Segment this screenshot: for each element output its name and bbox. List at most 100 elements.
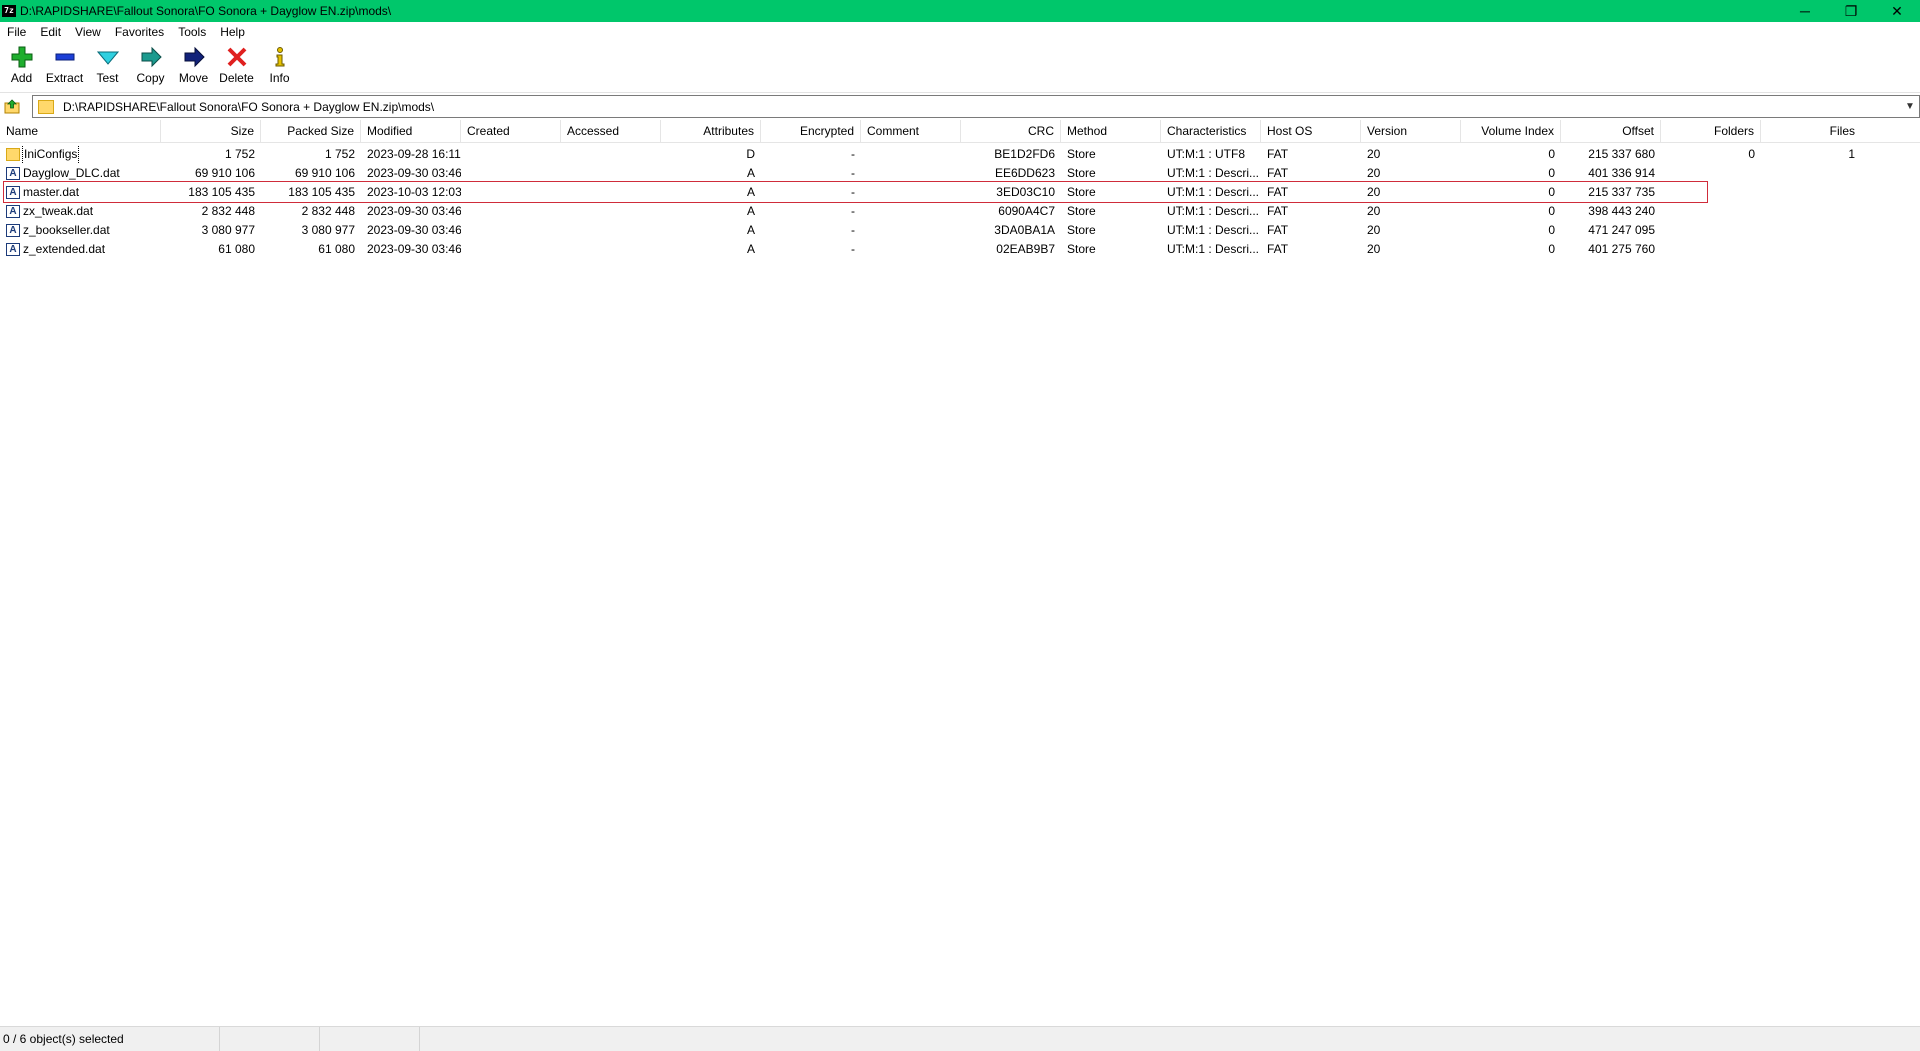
col-modified[interactable]: Modified [361,120,461,142]
path-input[interactable]: D:\RAPIDSHARE\Fallout Sonora\FO Sonora +… [32,95,1920,118]
file-encrypted: - [851,242,855,256]
file-attributes: A [746,242,755,256]
col-version[interactable]: Version [1361,120,1461,142]
file-crc: 3DA0BA1A [994,223,1055,237]
col-crc[interactable]: CRC [961,120,1061,142]
extract-button[interactable]: Extract [43,42,86,92]
menu-favorites[interactable]: Favorites [108,22,171,42]
up-folder-button[interactable] [0,95,24,117]
minimize-button[interactable]: ─ [1782,0,1828,22]
close-button[interactable]: ✕ [1874,0,1920,22]
file-host-os: FAT [1267,204,1289,218]
file-method: Store [1067,223,1096,237]
menu-file[interactable]: File [0,22,33,42]
col-volume-index[interactable]: Volume Index [1461,120,1561,142]
file-host-os: FAT [1267,185,1289,199]
file-attributes: A [746,185,755,199]
col-encrypted[interactable]: Encrypted [761,120,861,142]
file-volume-index: 0 [1548,242,1555,256]
info-button[interactable]: Info [258,42,301,92]
table-row[interactable]: Az_bookseller.dat 3 080 977 3 080 977 20… [0,221,1920,240]
delete-button[interactable]: Delete [215,42,258,92]
status-bar: 0 / 6 object(s) selected [0,1026,1920,1051]
file-modified: 2023-09-30 03:46 [367,204,461,218]
app-icon: 7z [2,5,16,17]
toolbar: Add Extract Test Copy Move Delete Info [0,42,1920,93]
check-icon [96,51,119,65]
col-accessed[interactable]: Accessed [561,120,661,142]
col-attributes[interactable]: Attributes [661,120,761,142]
file-name: z_extended.dat [23,242,106,256]
move-button[interactable]: Move [172,42,215,92]
file-volume-index: 0 [1548,223,1555,237]
file-size: 61 080 [218,242,255,256]
table-row[interactable]: Az_extended.dat 61 080 61 080 2023-09-30… [0,240,1920,259]
menu-tools[interactable]: Tools [171,22,213,42]
copy-arrow-icon [141,46,162,68]
file-offset: 401 275 760 [1588,242,1655,256]
file-list[interactable]: Name Size Packed Size Modified Created A… [0,120,1920,1026]
file-size: 3 080 977 [201,223,255,237]
chevron-down-icon[interactable]: ▼ [1901,101,1919,112]
info-icon [275,47,284,67]
file-offset: 401 336 914 [1588,166,1655,180]
col-name[interactable]: Name [0,120,161,142]
col-size[interactable]: Size [161,120,261,142]
file-attributes: A [746,204,755,218]
path-text: D:\RAPIDSHARE\Fallout Sonora\FO Sonora +… [63,99,435,114]
col-files[interactable]: Files [1761,120,1861,142]
col-created[interactable]: Created [461,120,561,142]
file-version: 20 [1367,204,1381,218]
file-method: Store [1067,147,1096,161]
file-icon: A [6,186,20,199]
file-icon: A [6,167,20,180]
col-method[interactable]: Method [1061,120,1161,142]
menu-view[interactable]: View [68,22,108,42]
col-offset[interactable]: Offset [1561,120,1661,142]
table-row[interactable]: A Dayglow_DLC.dat 69 910 106 69 910 106 2… [0,164,1920,183]
file-name: master.dat [23,185,80,199]
file-characteristics: UT:M:1 : Descri... [1167,185,1260,199]
file-folders: 0 [1748,147,1755,161]
file-characteristics: UT:M:1 : Descri... [1167,242,1260,256]
col-folders[interactable]: Folders [1661,120,1761,142]
file-crc: EE6DD623 [994,166,1055,180]
file-host-os: FAT [1267,223,1289,237]
col-characteristics[interactable]: Characteristics [1161,120,1261,142]
folder-icon [6,148,20,161]
table-row[interactable]: Amaster.dat 183 105 435 183 105 435 2023… [0,183,1920,202]
window-controls: ─ ❐ ✕ [1782,0,1920,22]
menu-help[interactable]: Help [213,22,252,42]
file-host-os: FAT [1267,166,1289,180]
file-encrypted: - [851,147,855,161]
file-volume-index: 0 [1548,185,1555,199]
file-volume-index: 0 [1548,204,1555,218]
file-version: 20 [1367,185,1381,199]
file-crc: 3ED03C10 [996,185,1055,199]
file-icon: A [6,243,20,256]
file-packed-size: 1 752 [324,147,355,161]
menu-bar: File Edit View Favorites Tools Help [0,22,1920,42]
file-files: 1 [1848,147,1855,161]
table-row[interactable]: IniConfigs 1 752 1 752 2023-09-28 16:11 … [0,145,1920,164]
file-version: 20 [1367,223,1381,237]
file-attributes: D [746,147,755,161]
file-crc: 02EAB9B7 [996,242,1055,256]
restore-button[interactable]: ❐ [1828,0,1874,22]
file-host-os: FAT [1267,147,1289,161]
col-packed-size[interactable]: Packed Size [261,120,361,142]
col-host-os[interactable]: Host OS [1261,120,1361,142]
file-version: 20 [1367,166,1381,180]
file-modified: 2023-10-03 12:03 [367,185,461,199]
add-button[interactable]: Add [0,42,43,92]
col-comment[interactable]: Comment [861,120,961,142]
window-title: D:\RAPIDSHARE\Fallout Sonora\FO Sonora +… [20,4,392,18]
file-offset: 398 443 240 [1588,204,1655,218]
copy-button[interactable]: Copy [129,42,172,92]
test-button[interactable]: Test [86,42,129,92]
file-method: Store [1067,242,1096,256]
file-method: Store [1067,166,1096,180]
menu-edit[interactable]: Edit [33,22,68,42]
status-segment [220,1027,320,1051]
table-row[interactable]: Azx_tweak.dat 2 832 448 2 832 448 2023-0… [0,202,1920,221]
